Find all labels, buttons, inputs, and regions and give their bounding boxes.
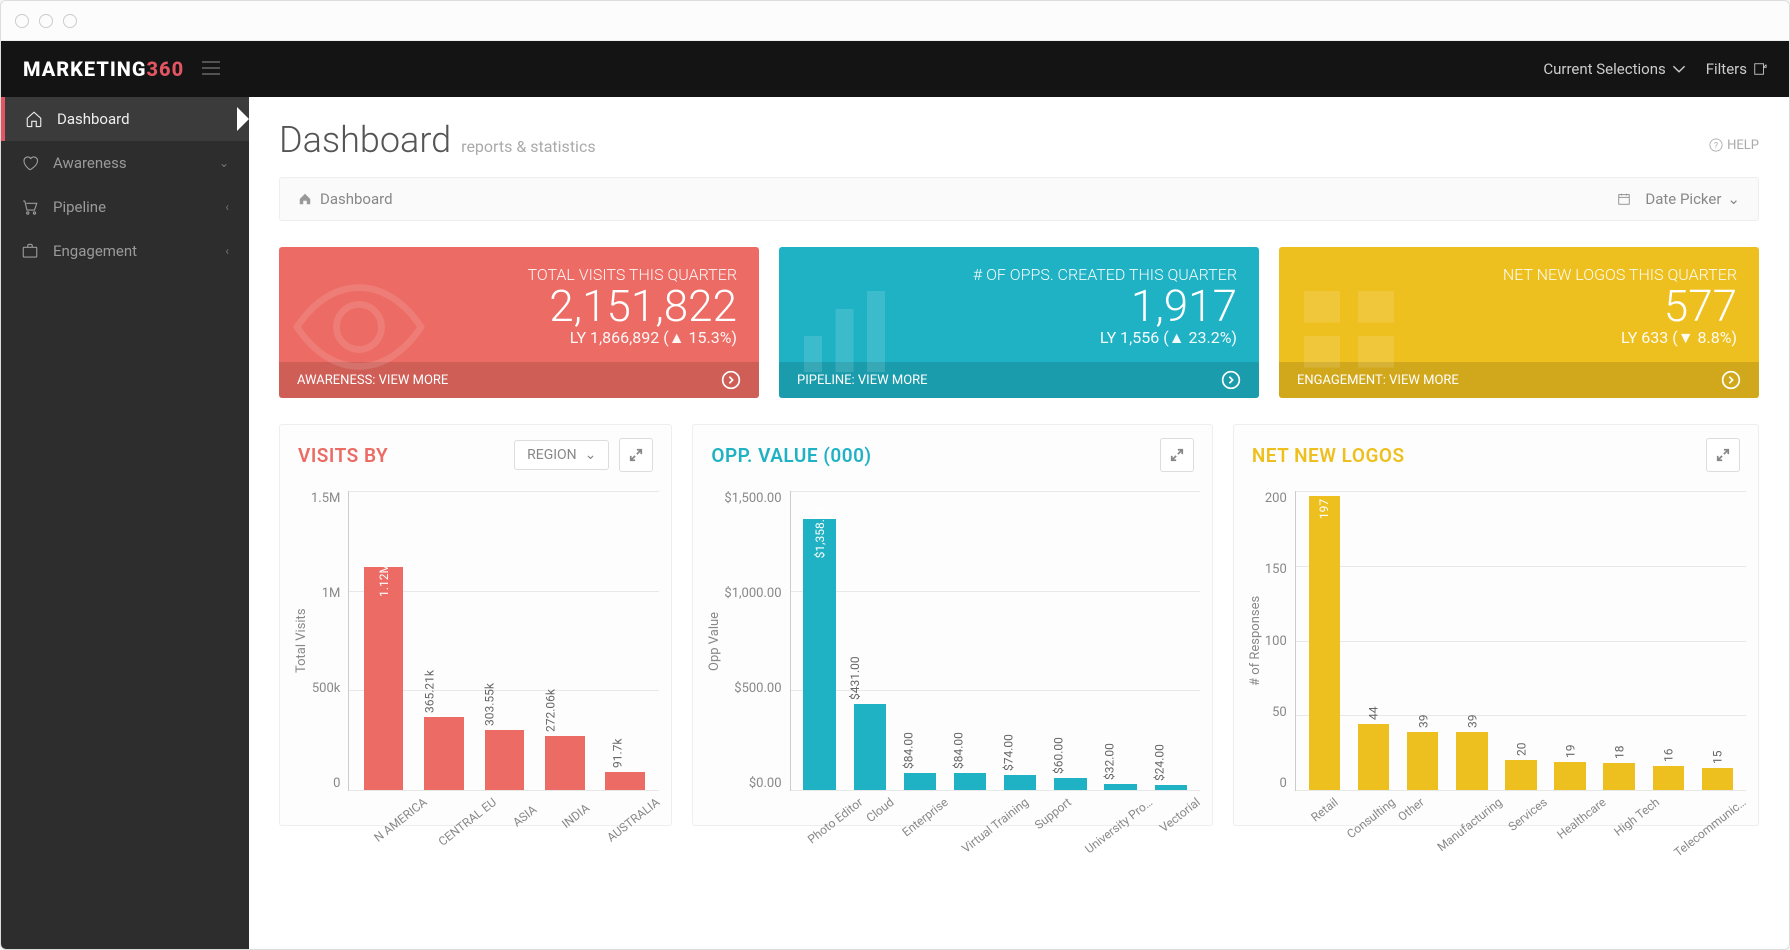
page-title: Dashboard (279, 119, 451, 161)
expand-button[interactable] (1160, 438, 1194, 472)
kpi-row: TOTAL VISITS THIS QUARTER 2,151,822 LY 1… (249, 221, 1789, 398)
kpi-value: 577 (1301, 284, 1737, 328)
kpi-opps-created[interactable]: # OF OPPS. CREATED THIS QUARTER 1,917 LY… (779, 247, 1259, 398)
kpi-net-new-logos[interactable]: NET NEW LOGOS THIS QUARTER 577 LY 633 (▼… (1279, 247, 1759, 398)
breadcrumb-bar: Dashboard Date Picker ⌄ (279, 177, 1759, 221)
chart-ylabel: Opp Value (705, 491, 724, 791)
chart-opp-value: Opp Value $1,500.00$1,000.00$500.00$0.00… (693, 485, 1211, 825)
expand-icon (629, 448, 643, 462)
current-selections-link[interactable]: Current Selections (1543, 60, 1685, 78)
card-title: NET NEW LOGOS (1252, 444, 1405, 467)
charts-row: VISITS BY REGION⌄ Total Visits 1.5M1M500… (249, 398, 1789, 852)
home-icon (298, 192, 312, 206)
chart-xaxis: N AMERICACENTRAL EUASIAINDIAAUSTRALIA (352, 791, 659, 825)
window-titlebar (1, 1, 1789, 41)
card-opp-value: OPP. VALUE (000) Opp Value $1,500.00$1,0… (692, 424, 1212, 826)
chevron-left-icon: ‹ (225, 244, 229, 258)
date-picker[interactable]: Date Picker ⌄ (1617, 190, 1740, 208)
chevron-down-icon: ⌄ (585, 447, 597, 463)
chart-ylabel: # of Responses (1246, 491, 1265, 791)
kpi-ly: LY 1,866,892 (▲ 15.3%) (301, 328, 737, 348)
calendar-icon (1617, 192, 1631, 206)
main-content: Dashboard reports & statistics ? HELP Da… (249, 97, 1789, 949)
menu-icon[interactable] (202, 60, 220, 79)
kpi-footer-link[interactable]: AWARENESS: VIEW MORE (279, 362, 759, 398)
chevron-left-icon: ‹ (225, 200, 229, 214)
arrow-right-circle-icon (1721, 370, 1741, 390)
window-close-dot[interactable] (15, 14, 29, 28)
chart-yaxis: 200150100500 (1265, 491, 1295, 791)
arrow-right-circle-icon (721, 370, 741, 390)
help-icon: ? (1709, 138, 1723, 152)
chevron-down-icon: ⌄ (219, 156, 229, 170)
region-dropdown[interactable]: REGION⌄ (514, 440, 609, 470)
kpi-value: 1,917 (801, 284, 1237, 328)
topbar: MARKETING360 Current Selections Filters (1, 41, 1789, 97)
sidebar: Dashboard Awareness ⌄ Pipeline ‹ Engagem… (1, 97, 249, 949)
kpi-footer-link[interactable]: PIPELINE: VIEW MORE (779, 362, 1259, 398)
chart-yaxis: 1.5M1M500k0 (311, 491, 348, 791)
kpi-footer-link[interactable]: ENGAGEMENT: VIEW MORE (1279, 362, 1759, 398)
sidebar-item-engagement[interactable]: Engagement ‹ (1, 229, 249, 273)
help-link[interactable]: ? HELP (1709, 138, 1759, 153)
kpi-total-visits[interactable]: TOTAL VISITS THIS QUARTER 2,151,822 LY 1… (279, 247, 759, 398)
page-subtitle: reports & statistics (461, 137, 595, 156)
kpi-label: # OF OPPS. CREATED THIS QUARTER (801, 265, 1237, 284)
chart-plot: 1974439392019181615 (1295, 491, 1746, 791)
kpi-ly: LY 633 (▼ 8.8%) (1301, 328, 1737, 348)
heart-icon (21, 154, 39, 172)
card-visits-by: VISITS BY REGION⌄ Total Visits 1.5M1M500… (279, 424, 672, 826)
sidebar-item-label: Awareness (53, 154, 127, 172)
arrow-right-circle-icon (1221, 370, 1241, 390)
kpi-label: NET NEW LOGOS THIS QUARTER (1301, 265, 1737, 284)
chart-xaxis: RetailConsultingOtherManufacturingServic… (1296, 791, 1746, 825)
card-title: OPP. VALUE (000) (711, 444, 871, 467)
chevron-down-icon: ⌄ (1727, 190, 1740, 208)
filters-link[interactable]: Filters (1706, 60, 1767, 78)
sidebar-item-label: Dashboard (57, 110, 130, 128)
svg-text:?: ? (1714, 142, 1718, 152)
chart-plot: $1,358.00$431.00$84.00$84.00$74.00$60.00… (790, 491, 1200, 791)
expand-icon (1716, 448, 1730, 462)
sidebar-item-label: Pipeline (53, 198, 106, 216)
kpi-value: 2,151,822 (301, 284, 737, 328)
brand: MARKETING360 (23, 57, 184, 81)
chart-xaxis: Photo EditorCloudEnterpriseVirtual Train… (785, 791, 1199, 825)
expand-icon (1170, 448, 1184, 462)
kpi-ly: LY 1,556 (▲ 23.2%) (801, 328, 1237, 348)
sidebar-item-dashboard[interactable]: Dashboard (1, 97, 249, 141)
window-minimize-dot[interactable] (39, 14, 53, 28)
chart-visits-by: Total Visits 1.5M1M500k0 1.12M365.21k303… (280, 485, 671, 825)
home-icon (25, 110, 43, 128)
chart-net-new-logos: # of Responses 200150100500 197443939201… (1234, 485, 1758, 825)
card-title: VISITS BY (298, 444, 388, 467)
window-maximize-dot[interactable] (63, 14, 77, 28)
expand-button[interactable] (1706, 438, 1740, 472)
breadcrumb-label[interactable]: Dashboard (320, 190, 393, 208)
briefcase-icon (21, 242, 39, 260)
sidebar-item-pipeline[interactable]: Pipeline ‹ (1, 185, 249, 229)
card-net-new-logos: NET NEW LOGOS # of Responses 20015010050… (1233, 424, 1759, 826)
sidebar-item-label: Engagement (53, 242, 137, 260)
expand-button[interactable] (619, 438, 653, 472)
cart-icon (21, 198, 39, 216)
chart-plot: 1.12M365.21k303.55k272.06k91.7k (348, 491, 659, 791)
sidebar-item-awareness[interactable]: Awareness ⌄ (1, 141, 249, 185)
kpi-label: TOTAL VISITS THIS QUARTER (301, 265, 737, 284)
chart-yaxis: $1,500.00$1,000.00$500.00$0.00 (724, 491, 789, 791)
chart-ylabel: Total Visits (292, 491, 311, 791)
